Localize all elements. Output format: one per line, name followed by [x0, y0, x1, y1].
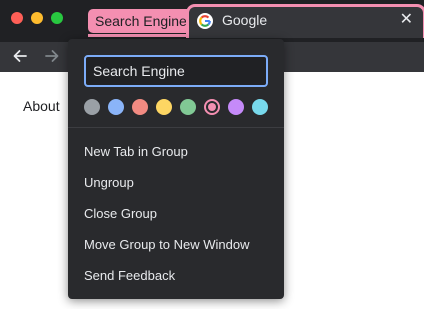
tab-group-editor-menu: New Tab in Group Ungroup Close Group Mov… — [68, 39, 284, 299]
close-window-button[interactable] — [11, 12, 23, 24]
menu-item-send-feedback[interactable]: Send Feedback — [68, 260, 284, 291]
color-swatch-pink[interactable] — [204, 99, 220, 115]
tab-close-icon[interactable]: ✕ — [400, 11, 413, 29]
menu-item-move-group-to-new-window[interactable]: Move Group to New Window — [68, 229, 284, 260]
color-swatch-grey[interactable] — [84, 99, 100, 115]
menu-item-close-group[interactable]: Close Group — [68, 198, 284, 229]
tab-google[interactable]: Google ✕ — [186, 4, 424, 38]
minimize-window-button[interactable] — [31, 12, 43, 24]
about-link[interactable]: About — [23, 98, 60, 114]
title-bar: Search Engine Google ✕ — [0, 0, 424, 42]
color-swatch-yellow[interactable] — [156, 99, 172, 115]
color-swatch-red[interactable] — [132, 99, 148, 115]
menu-item-ungroup[interactable]: Ungroup — [68, 167, 284, 198]
google-favicon-icon — [197, 13, 213, 29]
forward-arrow-icon[interactable] — [43, 47, 61, 65]
tab-group-chip[interactable]: Search Engine — [88, 9, 194, 33]
zoom-window-button[interactable] — [51, 12, 63, 24]
color-swatch-green[interactable] — [180, 99, 196, 115]
color-swatch-purple[interactable] — [228, 99, 244, 115]
tab-title: Google — [222, 12, 268, 28]
group-name-input[interactable] — [84, 55, 268, 87]
color-swatch-cyan[interactable] — [252, 99, 268, 115]
menu-divider — [68, 127, 284, 128]
back-arrow-icon[interactable] — [11, 47, 29, 65]
color-swatch-blue[interactable] — [108, 99, 124, 115]
menu-item-new-tab-in-group[interactable]: New Tab in Group — [68, 136, 284, 167]
